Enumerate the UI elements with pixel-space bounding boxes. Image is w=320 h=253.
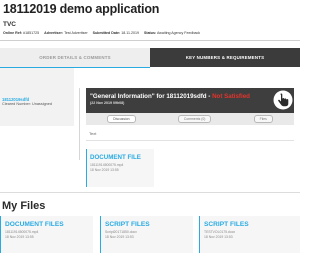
card-filename[interactable]: 18111914500075.mp4	[90, 163, 154, 167]
text-divider	[86, 140, 294, 141]
card-date: 18 Nov 2019 13:53	[204, 235, 233, 240]
banner-status: Not Satisfied	[212, 93, 250, 100]
online-ref-label: Online Ref:	[3, 31, 23, 35]
media-type-label: TVC	[3, 21, 16, 28]
card-title: DOCUMENT FILE	[90, 154, 141, 161]
submitted-date: Submitted Date: 18.11.2019	[93, 31, 144, 40]
pointer-hand-icon	[273, 90, 293, 110]
card-date: 18 Nov 2019 13:55	[5, 235, 34, 240]
submitted-date-value: 18.11.2019	[121, 31, 139, 35]
banner-date: (22 Nov 2019 09h08)	[90, 101, 125, 105]
banner-title: "General Information" for 18112019sdfd -…	[90, 93, 250, 100]
online-ref-value: #1851725	[23, 31, 40, 35]
advertiser: Advertiser: Test Advertiser	[44, 31, 93, 40]
header-divider	[0, 40, 300, 41]
sub-tab-bar: Discussion Comments (0) Files	[86, 113, 294, 125]
cleared-number: Cleared Number: Unassigned	[2, 102, 53, 106]
tab-order-details[interactable]: ORDER DETAILS & COMMENTS	[0, 48, 150, 67]
card-title: DOCUMENT FILES	[5, 221, 64, 228]
application-meta-row: Online Ref: #1851725 Advertiser: Test Ad…	[3, 31, 299, 40]
my-files-list: DOCUMENT FILES 18111914500075.mp4 18 Nov…	[0, 216, 300, 253]
text-field-label: Text	[89, 131, 97, 136]
online-ref: Online Ref: #1851725	[3, 31, 44, 40]
advertiser-value: Test Advertiser	[64, 31, 88, 35]
card-date: 18 Nov 2019 13:55	[90, 168, 119, 173]
status-label: Status:	[143, 31, 157, 35]
submitted-date-label: Submitted Date:	[92, 31, 121, 35]
advertiser-label: Advertiser:	[44, 31, 64, 35]
banner-heading: "General Information" for 18112019sdfd -	[90, 93, 213, 100]
requirement-status-banner[interactable]: "General Information" for 18112019sdfd -…	[86, 88, 294, 113]
vertical-divider	[79, 88, 80, 160]
status: Status: Awaiting Agency Feedback	[144, 31, 205, 40]
file-card-script-2[interactable]: SCRIPT FILES TESTVOL0175.docx 18 Nov 201…	[199, 216, 300, 253]
card-filename[interactable]: 18111914500075.mp4	[5, 230, 93, 234]
sub-tab-comments[interactable]: Comments (0)	[177, 115, 212, 123]
tab-key-numbers[interactable]: KEY NUMBERS & REQUIREMENTS	[150, 48, 300, 67]
status-value: Awaiting Agency Feedback	[156, 31, 201, 35]
card-title: SCRIPT FILES	[105, 221, 150, 228]
card-filename[interactable]: TESTVOL0175.docx	[204, 230, 300, 234]
document-file-card[interactable]: DOCUMENT FILE 18111914500075.mp4 18 Nov …	[86, 149, 154, 187]
file-card-document[interactable]: DOCUMENT FILES 18111914500075.mp4 18 Nov…	[0, 216, 93, 253]
card-title: SCRIPT FILES	[204, 221, 249, 228]
file-card-script[interactable]: SCRIPT FILES Script20171850.docx 18 Nov …	[100, 216, 193, 253]
card-filename[interactable]: Script20171850.docx	[105, 230, 193, 234]
tab-bar: ORDER DETAILS & COMMENTS KEY NUMBERS & R…	[0, 48, 300, 67]
sub-tab-files[interactable]: Files	[253, 115, 273, 123]
section-divider	[0, 192, 300, 193]
sub-tab-discussion[interactable]: Discussion	[107, 115, 136, 123]
page-title: 18112019 demo application	[3, 2, 160, 16]
card-date: 18 Nov 2019 13:53	[105, 235, 134, 240]
my-files-heading: My Files	[2, 200, 46, 212]
